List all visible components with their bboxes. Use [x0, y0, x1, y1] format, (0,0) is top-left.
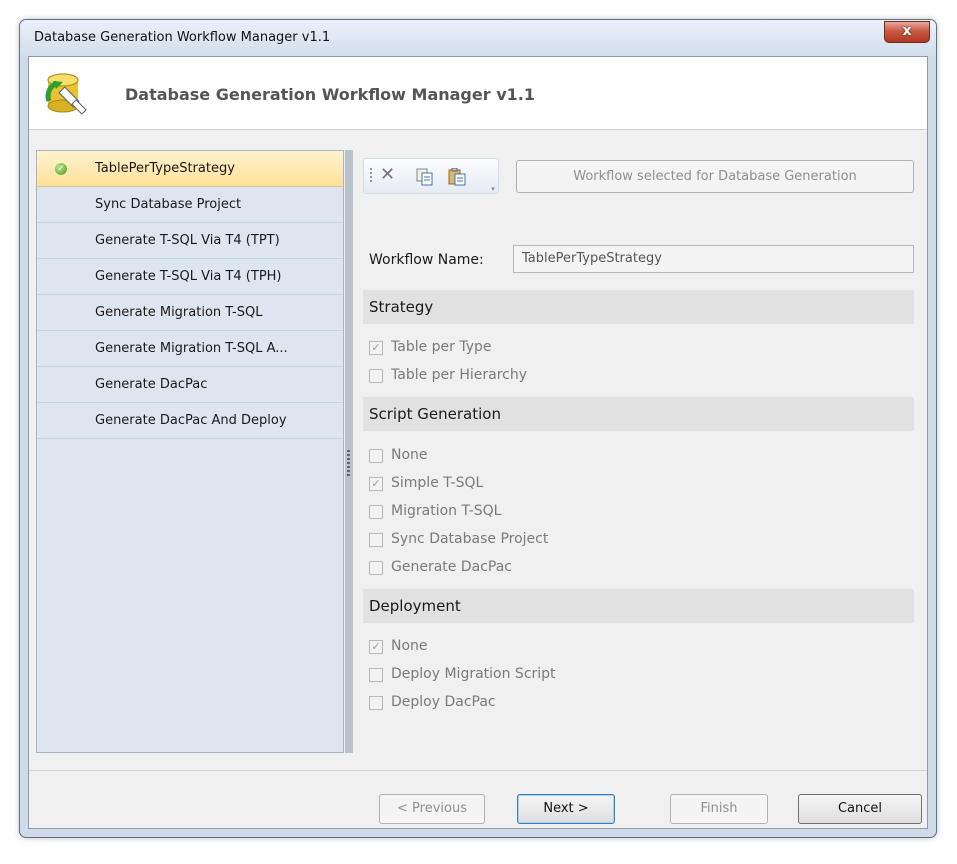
splitter-grip-icon[interactable]	[347, 450, 350, 476]
checkbox-box[interactable]	[369, 668, 383, 682]
checkbox-label: None	[391, 447, 428, 463]
finish-button[interactable]: Finish	[670, 794, 768, 824]
header-title: Database Generation Workflow Manager v1.…	[125, 85, 535, 104]
next-button[interactable]: Next >	[517, 794, 615, 824]
workflow-item-generate-tsql-tpt[interactable]: Generate T-SQL Via T4 (TPT)	[37, 223, 343, 259]
checkbox-label: Sync Database Project	[391, 531, 549, 547]
workflow-selected-button[interactable]: Workflow selected for Database Generatio…	[516, 160, 914, 193]
workflow-item-generate-dacpac[interactable]: Generate DacPac	[37, 367, 343, 403]
checkbox-label: Deploy DacPac	[391, 694, 496, 710]
workflow-item-sync-database-project[interactable]: Sync Database Project	[37, 187, 343, 223]
checkbox-label: Migration T-SQL	[391, 503, 502, 519]
checkbox-box[interactable]	[369, 561, 383, 575]
workflow-item-label: TablePerTypeStrategy	[95, 161, 235, 176]
checkbox-label: Table per Type	[391, 339, 492, 355]
paste-icon[interactable]	[448, 168, 466, 186]
workflow-name-field[interactable]: TablePerTypeStrategy	[513, 245, 914, 273]
workflow-item-generate-dacpac-and-deploy[interactable]: Generate DacPac And Deploy	[37, 403, 343, 439]
toolbar-grip-icon[interactable]	[370, 168, 372, 184]
workflow-item-generate-tsql-tph[interactable]: Generate T-SQL Via T4 (TPH)	[37, 259, 343, 295]
footer-divider	[29, 770, 927, 771]
workflow-list: ✓ TablePerTypeStrategy Sync Database Pro…	[36, 150, 344, 753]
checkbox-box[interactable]	[369, 505, 383, 519]
checkbox-box[interactable]	[369, 696, 383, 710]
window-title: Database Generation Workflow Manager v1.…	[34, 30, 331, 45]
checkbox-box[interactable]: ✓	[369, 477, 383, 491]
dialog-client: Database Generation Workflow Manager v1.…	[28, 56, 928, 829]
check-circle-icon: ✓	[55, 163, 67, 175]
title-bar[interactable]: Database Generation Workflow Manager v1.…	[20, 20, 936, 56]
copy-icon[interactable]	[416, 168, 434, 186]
workflow-item-label: Generate T-SQL Via T4 (TPH)	[95, 269, 282, 284]
workflow-item-tablepertypestrategy[interactable]: ✓ TablePerTypeStrategy	[37, 151, 343, 187]
workflow-item-generate-migration-tsql-and-deploy[interactable]: Generate Migration T-SQL A...	[37, 331, 343, 367]
workflow-name-label: Workflow Name:	[369, 252, 484, 268]
toolbar-overflow-icon[interactable]: ▾	[488, 185, 498, 193]
workflow-item-label: Generate Migration T-SQL A...	[95, 341, 288, 356]
cancel-button[interactable]: Cancel	[798, 794, 922, 824]
workflow-item-label: Generate T-SQL Via T4 (TPT)	[95, 233, 280, 248]
deployment-section-header: Deployment	[363, 589, 914, 623]
checkbox-box[interactable]	[369, 533, 383, 547]
workflow-item-label: Generate Migration T-SQL	[95, 305, 263, 320]
checkbox-label: Deploy Migration Script	[391, 666, 556, 682]
workflow-item-generate-migration-tsql[interactable]: Generate Migration T-SQL	[37, 295, 343, 331]
dialog-header: Database Generation Workflow Manager v1.…	[29, 57, 927, 130]
script-generation-section-header: Script Generation	[363, 397, 914, 431]
checkbox-label: None	[391, 638, 428, 654]
delete-icon[interactable]: ✕	[380, 164, 395, 185]
previous-button[interactable]: < Previous	[379, 794, 485, 824]
checkbox-label: Table per Hierarchy	[391, 367, 528, 383]
dialog-window: Database Generation Workflow Manager v1.…	[19, 19, 937, 838]
checkbox-label: Simple T-SQL	[391, 475, 484, 491]
database-workflow-icon	[45, 73, 87, 115]
checkbox-box[interactable]	[369, 369, 383, 383]
close-icon: x	[902, 23, 912, 39]
workflow-toolbar: ✕ ▾	[363, 158, 499, 194]
workflow-item-label: Sync Database Project	[95, 197, 242, 212]
workflow-item-label: Generate DacPac	[95, 377, 208, 392]
close-button[interactable]: x	[884, 21, 930, 43]
splitter[interactable]	[345, 150, 353, 753]
checkbox-label: Generate DacPac	[391, 559, 512, 575]
checkbox-box[interactable]	[369, 449, 383, 463]
checkbox-box[interactable]: ✓	[369, 640, 383, 654]
workflow-item-label: Generate DacPac And Deploy	[95, 413, 287, 428]
checkbox-box[interactable]: ✓	[369, 341, 383, 355]
strategy-section-header: Strategy	[363, 290, 914, 324]
